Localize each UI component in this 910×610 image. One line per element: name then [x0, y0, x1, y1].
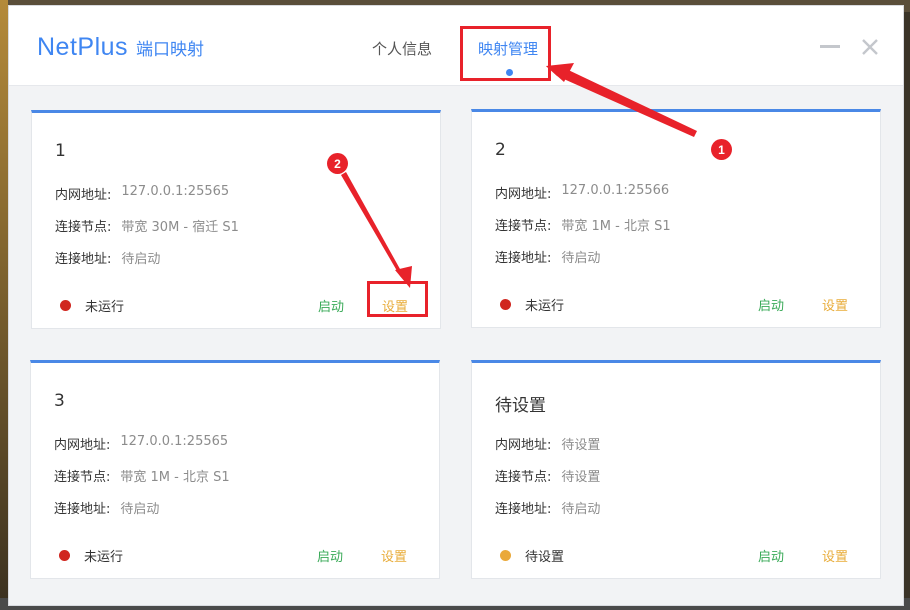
- start-button[interactable]: 启动: [758, 546, 784, 565]
- lan-address-label: 内网地址:: [495, 438, 552, 453]
- node-label: 连接节点:: [495, 470, 552, 485]
- status-dot: [59, 550, 70, 561]
- card-title: 待设置: [495, 396, 546, 416]
- card-title: 2: [495, 140, 506, 160]
- status-indicator: 未运行: [59, 546, 123, 565]
- status-indicator: 未运行: [500, 295, 564, 314]
- mapping-card-3: 3 内网地址: 127.0.0.1:25565 连接节点: 带宽 1M - 北京…: [30, 360, 440, 579]
- card-title: 1: [55, 141, 66, 161]
- connect-address-value: 待启动: [121, 252, 161, 267]
- node-label: 连接节点:: [54, 470, 111, 485]
- status-dot: [500, 550, 511, 561]
- settings-button[interactable]: 设置: [382, 296, 408, 315]
- settings-button[interactable]: 设置: [822, 546, 848, 565]
- lan-address-value: 127.0.0.1:25565: [120, 434, 229, 449]
- connect-address-row: 连接地址: 待启动: [54, 498, 159, 517]
- node-row: 连接节点: 带宽 1M - 北京 S1: [54, 466, 230, 485]
- node-row: 连接节点: 带宽 1M - 北京 S1: [495, 215, 671, 234]
- card-title: 3: [54, 391, 65, 411]
- start-button[interactable]: 启动: [318, 296, 344, 315]
- node-value: 带宽 1M - 北京 S1: [561, 219, 671, 234]
- close-icon[interactable]: [859, 36, 881, 58]
- app-window: NetPlus 端口映射 个人信息 映射管理 1 内网地址: 127.0.0.1…: [8, 5, 904, 606]
- status-indicator: 待设置: [500, 546, 564, 565]
- status-dot: [60, 300, 71, 311]
- status-text: 未运行: [84, 550, 124, 565]
- lan-address-row: 内网地址: 待设置: [495, 434, 600, 453]
- lan-address-label: 内网地址:: [55, 188, 112, 203]
- node-label: 连接节点:: [495, 219, 552, 234]
- connect-address-label: 连接地址:: [495, 251, 552, 266]
- brand: NetPlus 端口映射: [37, 33, 204, 62]
- settings-button[interactable]: 设置: [822, 295, 848, 314]
- mapping-card-pending: 待设置 内网地址: 待设置 连接节点: 待设置 连接地址: 待启动 待设置 启动…: [471, 360, 881, 579]
- node-value: 带宽 1M - 北京 S1: [120, 470, 230, 485]
- background-strip-left: [0, 0, 8, 610]
- connect-address-value: 待启动: [561, 251, 601, 266]
- status-text: 未运行: [525, 299, 565, 314]
- brand-name: NetPlus: [37, 33, 129, 61]
- connect-address-row: 连接地址: 待启动: [495, 247, 600, 266]
- node-value: 待设置: [561, 470, 601, 485]
- mapping-card-1: 1 内网地址: 127.0.0.1:25565 连接节点: 带宽 30M - 宿…: [31, 110, 441, 329]
- node-value: 带宽 30M - 宿迁 S1: [121, 220, 239, 235]
- connect-address-label: 连接地址:: [495, 502, 552, 517]
- title-bar: NetPlus 端口映射 个人信息 映射管理: [9, 6, 903, 86]
- lan-address-label: 内网地址:: [495, 187, 552, 202]
- active-tab-indicator: [506, 69, 513, 76]
- node-label: 连接节点:: [55, 220, 112, 235]
- status-text: 待设置: [525, 550, 565, 565]
- connect-address-value: 待启动: [120, 502, 160, 517]
- lan-address-value: 127.0.0.1:25565: [121, 184, 230, 199]
- status-dot: [500, 299, 511, 310]
- lan-address-row: 内网地址: 127.0.0.1:25566: [495, 183, 669, 202]
- connect-address-row: 连接地址: 待启动: [55, 248, 160, 267]
- connect-address-row: 连接地址: 待启动: [495, 498, 600, 517]
- lan-address-row: 内网地址: 127.0.0.1:25565: [55, 184, 229, 203]
- lan-address-value: 待设置: [561, 438, 601, 453]
- start-button[interactable]: 启动: [317, 546, 343, 565]
- status-indicator: 未运行: [60, 296, 124, 315]
- annotation-badge-2: 2: [327, 153, 348, 174]
- lan-address-label: 内网地址:: [54, 438, 111, 453]
- tab-port-mapping[interactable]: 映射管理: [478, 38, 538, 59]
- node-row: 连接节点: 待设置: [495, 466, 600, 485]
- node-row: 连接节点: 带宽 30M - 宿迁 S1: [55, 216, 239, 235]
- lan-address-row: 内网地址: 127.0.0.1:25565: [54, 434, 228, 453]
- connect-address-value: 待启动: [561, 502, 601, 517]
- tab-profile[interactable]: 个人信息: [372, 38, 432, 59]
- settings-button[interactable]: 设置: [381, 546, 407, 565]
- status-text: 未运行: [85, 300, 125, 315]
- connect-address-label: 连接地址:: [55, 252, 112, 267]
- minimize-icon[interactable]: [819, 36, 841, 58]
- start-button[interactable]: 启动: [758, 295, 784, 314]
- mapping-card-2: 2 内网地址: 127.0.0.1:25566 连接节点: 带宽 1M - 北京…: [471, 109, 881, 328]
- connect-address-label: 连接地址:: [54, 502, 111, 517]
- lan-address-value: 127.0.0.1:25566: [561, 183, 670, 198]
- annotation-badge-1: 1: [711, 139, 732, 160]
- brand-subtitle: 端口映射: [136, 40, 205, 60]
